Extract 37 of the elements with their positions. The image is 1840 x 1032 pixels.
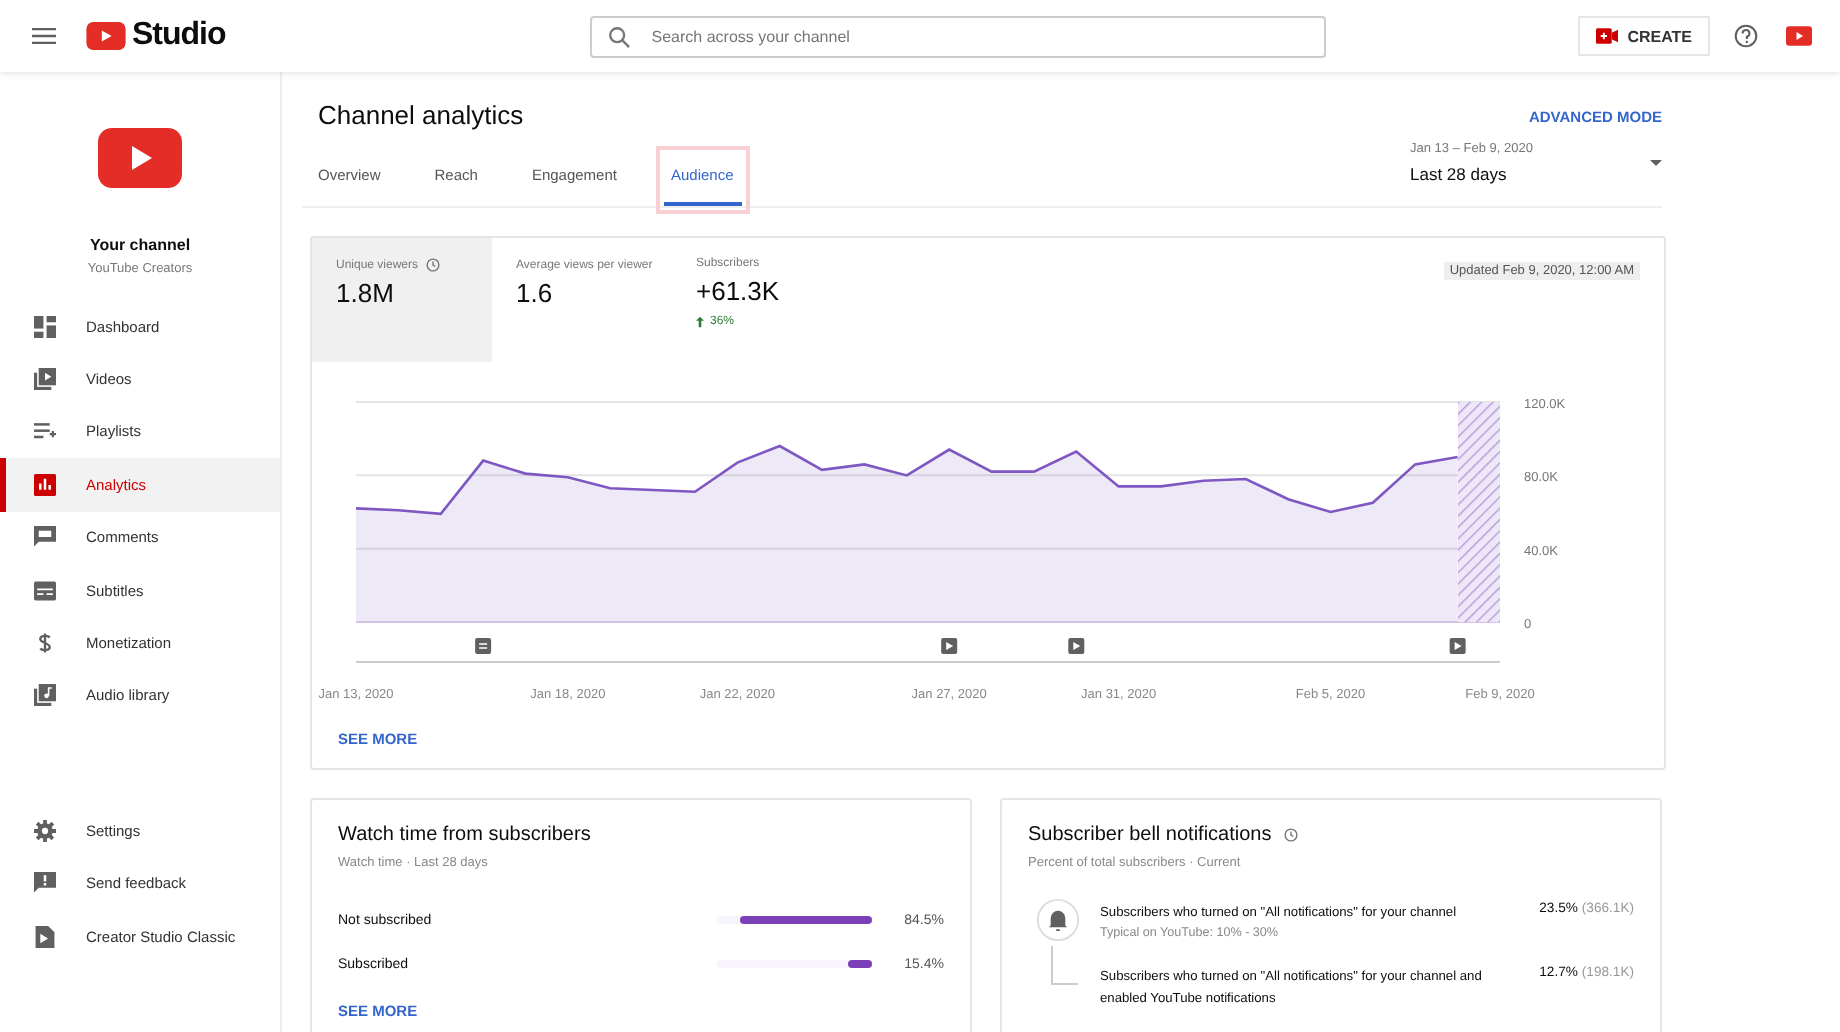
channel-avatar-icon[interactable] — [1786, 26, 1812, 46]
note-marker-icon[interactable] — [475, 638, 492, 654]
help-icon[interactable] — [1734, 24, 1758, 48]
clock-icon — [1283, 828, 1298, 842]
dashboard-icon — [34, 315, 56, 338]
play-logo-icon — [86, 22, 126, 50]
analytics-icon — [34, 473, 56, 496]
menu-icon[interactable] — [32, 26, 56, 46]
metric-value: 1.6 — [516, 278, 555, 308]
logo-text: Studio — [132, 18, 226, 54]
video-camera-icon — [1595, 28, 1618, 44]
card-title: Subscriber bell notifications — [1028, 824, 1272, 846]
up-arrow-icon — [696, 316, 704, 328]
subtitles-icon — [34, 579, 56, 602]
videos-icon — [34, 368, 56, 391]
connector-line — [1050, 946, 1078, 986]
bell-icon — [1036, 898, 1080, 942]
search-field[interactable]: Search across your channel — [589, 15, 1326, 57]
playlists-icon — [34, 420, 56, 443]
create-button[interactable]: CREATE — [1577, 16, 1710, 56]
audio-icon — [34, 684, 56, 707]
feedback-icon — [34, 872, 56, 895]
channel-logo-icon — [98, 128, 182, 188]
video-marker-icon[interactable] — [941, 638, 958, 654]
page-title: Channel analytics — [318, 100, 526, 130]
clock-icon — [426, 258, 441, 272]
video-marker-icon[interactable] — [1449, 638, 1466, 654]
metric-value: 1.8M — [336, 278, 396, 308]
gear-icon — [34, 819, 56, 842]
metric-value: +61.3K — [696, 276, 782, 306]
caret-icon — [1650, 160, 1662, 166]
comments-icon — [34, 526, 56, 549]
video-marker-icon[interactable] — [1068, 638, 1085, 654]
card-title: Watch time from subscribers — [338, 824, 593, 846]
dollar-icon — [34, 632, 56, 655]
channel-name: Your channel — [87, 236, 193, 254]
search-icon — [607, 25, 630, 47]
